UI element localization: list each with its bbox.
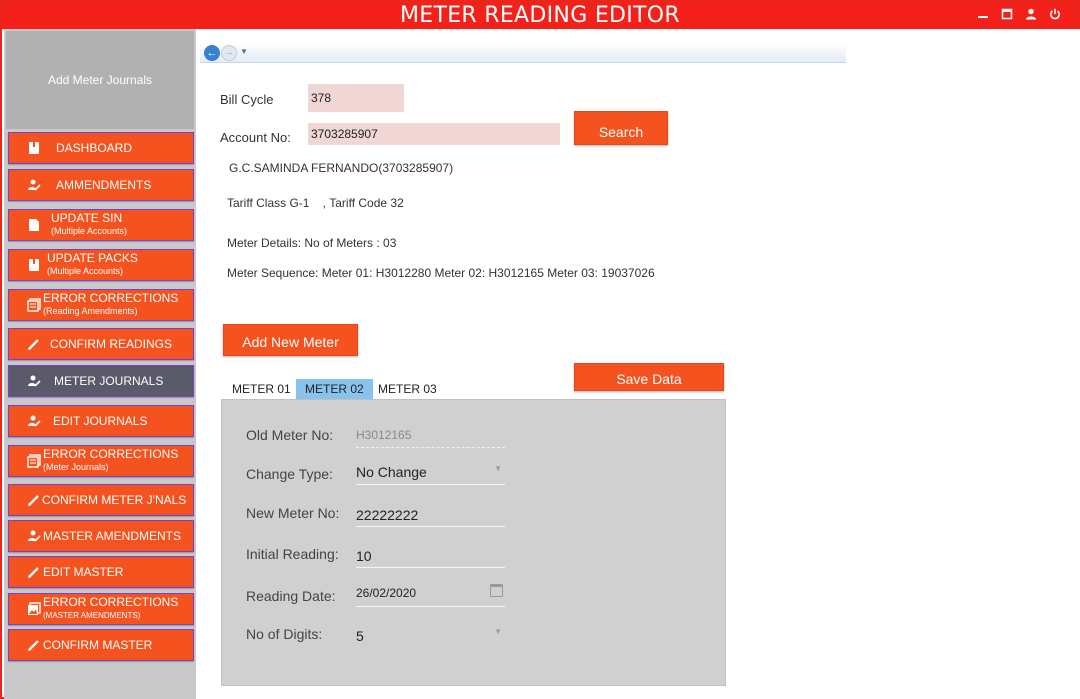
nav-edit-journals[interactable]: EDIT JOURNALS (8, 405, 194, 437)
change-type-label: Change Type: (246, 466, 333, 482)
list-icon (27, 298, 41, 312)
user-edit-icon (28, 530, 41, 542)
nav-label: MASTER AMENDMENTS (43, 529, 182, 543)
new-meter-label: New Meter No: (246, 505, 340, 521)
nav-ammendments[interactable]: AMMENDMENTS (8, 169, 194, 201)
nav-confirm-readings[interactable]: CONFIRM READINGS (8, 328, 194, 360)
nav-error-corrections-readings[interactable]: ERROR CORRECTIONS (Reading Amendments) (8, 289, 194, 321)
user-edit-icon (28, 415, 41, 427)
tab-meter-02[interactable]: METER 02 (296, 379, 373, 399)
bill-cycle-input[interactable]: 378 (308, 84, 404, 112)
main-content: ← → ▼ Bill Cycle 378 Account No: 3703285… (196, 29, 1080, 699)
save-data-button[interactable]: Save Data (574, 363, 724, 391)
nav-error-corrections-master[interactable]: ERROR CORRECTIONS (MASTER AMENDMENTS) (8, 593, 194, 625)
list-icon (27, 454, 41, 468)
user-edit-icon (28, 179, 41, 191)
search-button[interactable]: Search (574, 111, 668, 145)
nav-label: UPDATE PACKS (Multiple Accounts) (47, 251, 138, 277)
tab-meter-03[interactable]: METER 03 (369, 379, 446, 399)
new-meter-input[interactable]: 22222222 (356, 503, 505, 527)
calendar-icon[interactable] (490, 584, 503, 597)
meter-details: Meter Details: No of Meters : 03 (227, 236, 397, 250)
nav-label: CONFIRM MASTER (43, 638, 153, 652)
digits-select[interactable]: 5 ▼ (356, 624, 505, 648)
app-window: METER READING EDITOR Add Meter Journals … (0, 0, 1080, 699)
power-icon[interactable] (1046, 6, 1064, 24)
pencil-icon (28, 567, 39, 578)
browser-nav-bar: ← → ▼ (200, 43, 846, 63)
nav-update-sin[interactable]: UPDATE SIN (Multiple Accounts) (8, 209, 194, 241)
account-no-label: Account No: (220, 130, 291, 145)
old-meter-label: Old Meter No: (246, 427, 334, 443)
nav-label: ERROR CORRECTIONS (Reading Amendments) (43, 291, 179, 317)
chevron-down-icon: ▼ (494, 464, 502, 473)
nav-label: DASHBOARD (56, 141, 133, 155)
nav-confirm-meter-journals[interactable]: CONFIRM METER J'NALS (8, 484, 194, 516)
nav-label: AMMENDMENTS (56, 178, 152, 192)
user-edit-icon (28, 375, 41, 387)
pencil-icon (28, 640, 39, 651)
user-icon[interactable] (1022, 6, 1040, 24)
nav-error-corrections-journals[interactable]: ERROR CORRECTIONS (Meter Journals) (8, 445, 194, 477)
reading-date-label: Reading Date: (246, 588, 336, 604)
nav-confirm-master[interactable]: CONFIRM MASTER (8, 629, 194, 661)
initial-reading-label: Initial Reading: (246, 546, 339, 562)
maximize-icon[interactable] (998, 6, 1016, 24)
app-title: METER READING EDITOR (399, 3, 681, 28)
image-list-icon (28, 602, 41, 615)
old-meter-field: H3012165 (356, 424, 505, 448)
account-no-input[interactable]: 3703285907 (308, 123, 560, 145)
pencil-icon (28, 495, 39, 506)
book-icon (29, 142, 39, 154)
nav-dashboard[interactable]: DASHBOARD (8, 132, 194, 164)
reading-date-picker[interactable]: 26/02/2020 (356, 583, 505, 607)
initial-reading-input[interactable]: 10 (356, 544, 505, 568)
add-new-meter-button[interactable]: Add New Meter (223, 324, 358, 356)
nav-label: ERROR CORRECTIONS (Meter Journals) (43, 447, 179, 473)
nav-edit-master[interactable]: EDIT MASTER (8, 556, 194, 588)
tab-meter-01[interactable]: METER 01 (223, 379, 300, 399)
sidebar: Add Meter Journals DASHBOARD AMMENDMENTS… (4, 29, 196, 699)
history-dropdown-icon[interactable]: ▼ (240, 47, 248, 56)
change-type-select[interactable]: No Change ▼ (356, 461, 505, 485)
nav-label: EDIT MASTER (43, 565, 124, 579)
nav-label: ERROR CORRECTIONS (MASTER AMENDMENTS) (43, 595, 179, 621)
bill-cycle-label: Bill Cycle (220, 92, 274, 107)
title-bar: METER READING EDITOR (2, 2, 1078, 29)
nav-update-packs[interactable]: UPDATE PACKS (Multiple Accounts) (8, 249, 194, 281)
minimize-icon[interactable] (974, 6, 992, 24)
chevron-down-icon: ▼ (494, 627, 502, 636)
book-icon (29, 259, 39, 271)
back-arrow-icon[interactable]: ← (204, 45, 220, 61)
sidebar-header: Add Meter Journals (6, 31, 194, 129)
nav-label: METER JOURNALS (54, 374, 164, 388)
nav-label: UPDATE SIN (Multiple Accounts) (51, 211, 128, 237)
nav-label: CONFIRM METER J'NALS (42, 493, 187, 507)
nav-meter-journals[interactable]: METER JOURNALS (8, 365, 194, 397)
forward-arrow-icon[interactable]: → (221, 45, 237, 61)
meter-details-panel: Old Meter No: H3012165 Change Type: No C… (221, 399, 726, 686)
digits-label: No of Digits: (246, 626, 323, 642)
pencil-icon (28, 339, 39, 350)
meter-sequence: Meter Sequence: Meter 01: H3012280 Meter… (227, 266, 655, 280)
document-icon (29, 219, 39, 231)
nav-label: CONFIRM READINGS (50, 337, 173, 351)
customer-name: G.C.SAMINDA FERNANDO(3703285907) (229, 161, 454, 175)
nav-master-amendments[interactable]: MASTER AMENDMENTS (8, 520, 194, 552)
nav-label: EDIT JOURNALS (53, 414, 148, 428)
tariff-info: Tariff Class G-1 , Tariff Code 32 (227, 196, 404, 210)
